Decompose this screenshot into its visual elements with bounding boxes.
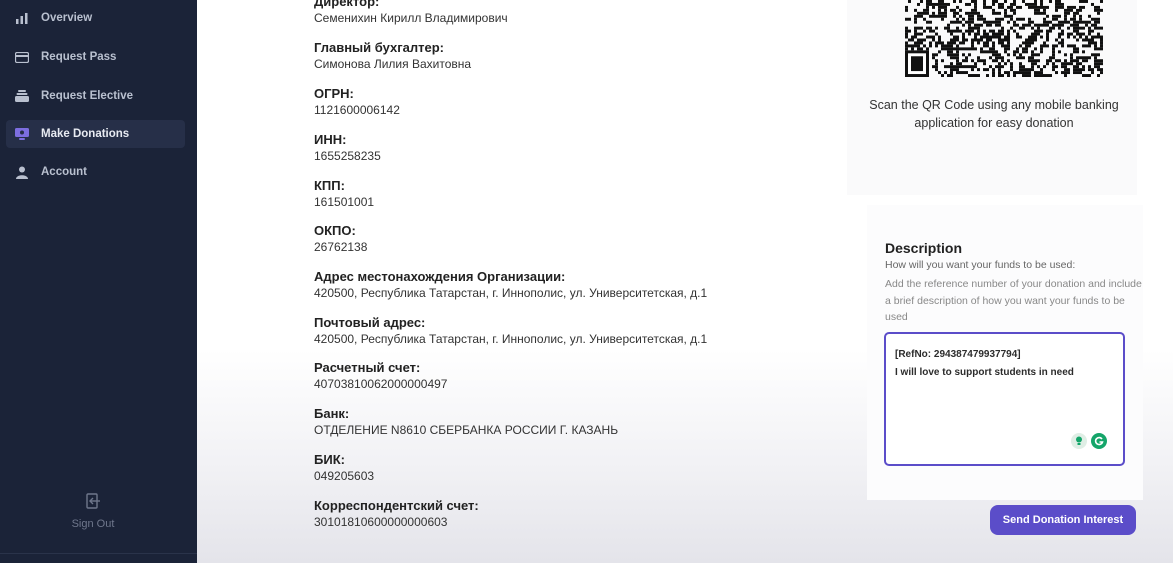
- detail-value: 049205603: [314, 469, 375, 483]
- detail-director: Директор: Семенихин Кирилл Владимирович: [314, 0, 508, 25]
- detail-label: БИК:: [314, 452, 345, 467]
- detail-label: Почтовый адрес:: [314, 315, 426, 330]
- detail-label: Директор:: [314, 0, 380, 9]
- description-textarea[interactable]: [RefNo: 294387479937794] I will love to …: [884, 332, 1125, 466]
- detail-label: ИНН:: [314, 132, 347, 147]
- detail-value: 1121600006142: [314, 103, 400, 117]
- lightbulb-icon[interactable]: [1071, 433, 1087, 449]
- detail-label: КПП:: [314, 178, 345, 193]
- qr-instructions: Scan the QR Code using any mobile bankin…: [869, 98, 1119, 130]
- sign-out-label: Sign Out: [71, 518, 115, 530]
- description-card: Description How will you want your funds…: [867, 205, 1143, 500]
- detail-label: Адрес местонахождения Организации:: [314, 269, 566, 284]
- description-title: Description: [885, 240, 963, 256]
- detail-legal-address: Адрес местонахождения Организации: 42050…: [314, 269, 707, 300]
- sidebar-item-request-pass[interactable]: Request Pass: [6, 43, 185, 71]
- detail-value: 161501001: [314, 195, 375, 209]
- sidebar-item-label: Make Donations: [41, 128, 130, 140]
- sidebar-item-label: Request Elective: [41, 90, 134, 102]
- detail-value: Семенихин Кирилл Владимирович: [314, 11, 508, 25]
- send-donation-interest-button[interactable]: Send Donation Interest: [990, 505, 1136, 535]
- detail-label: Банк:: [314, 406, 350, 421]
- message-line: I will love to support students in need: [895, 367, 1074, 378]
- textarea-tools: [1071, 433, 1107, 449]
- sidebar-item-account[interactable]: Account: [6, 158, 185, 186]
- detail-label: Расчетный счет:: [314, 360, 421, 375]
- qr-card: Scan the QR Code using any mobile bankin…: [847, 0, 1137, 195]
- sidebar-divider: [0, 553, 197, 563]
- reference-line: [RefNo: 294387479937794]: [895, 349, 1021, 360]
- sidebar-item-make-donations[interactable]: Make Donations: [6, 120, 185, 148]
- detail-value: 420500, Республика Татарстан, г. Иннопол…: [314, 332, 708, 346]
- sign-out-button[interactable]: Sign Out: [0, 492, 186, 530]
- detail-ogrn: ОГРН: 1121600006142: [314, 86, 400, 117]
- monitor-icon: [15, 127, 29, 141]
- description-subtitle: How will you want your funds to be used:: [885, 259, 1076, 271]
- detail-chief-accountant: Главный бухгалтер: Симонова Лилия Вахито…: [314, 40, 471, 71]
- detail-value: 26762138: [314, 240, 368, 254]
- detail-value: 40703810062000000497: [314, 377, 448, 391]
- detail-label: Главный бухгалтер:: [314, 40, 445, 55]
- detail-inn: ИНН: 1655258235: [314, 132, 381, 163]
- detail-value: ОТДЕЛЕНИЕ N8610 СБЕРБАНКА РОССИИ Г. КАЗА…: [314, 423, 619, 437]
- detail-value: 420500, Республика Татарстан, г. Иннопол…: [314, 286, 708, 300]
- main-content: Директор: Семенихин Кирилл Владимирович …: [197, 0, 1173, 563]
- detail-label: Корреспондентский счет:: [314, 498, 479, 513]
- sidebar-item-label: Overview: [41, 12, 93, 24]
- logout-icon: [84, 492, 102, 510]
- detail-correspondent-account: Корреспондентский счет: 3010181060000000…: [314, 498, 479, 529]
- sidebar-item-overview[interactable]: Overview: [6, 4, 185, 32]
- stack-icon: [15, 89, 29, 103]
- detail-value: Симонова Лилия Вахитовна: [314, 57, 472, 71]
- sidebar-item-request-elective[interactable]: Request Elective: [6, 82, 185, 110]
- grammarly-icon[interactable]: [1091, 433, 1107, 449]
- sidebar: Overview Request Pass Request Elective M…: [0, 0, 197, 563]
- sidebar-item-label: Account: [41, 166, 87, 178]
- detail-label: ОГРН:: [314, 86, 354, 101]
- detail-okpo: ОКПО: 26762138: [314, 223, 367, 254]
- detail-bik: БИК: 049205603: [314, 452, 374, 483]
- user-icon: [15, 165, 29, 179]
- detail-bank: Банк: ОТДЕЛЕНИЕ N8610 СБЕРБАНКА РОССИИ Г…: [314, 406, 618, 437]
- bar-chart-icon: [15, 11, 29, 25]
- detail-value: 1655258235: [314, 149, 381, 163]
- description-help: Add the reference number of your donatio…: [885, 278, 1142, 323]
- sidebar-item-label: Request Pass: [41, 51, 117, 63]
- card-icon: [15, 50, 29, 64]
- detail-value: 30101810600000000603: [314, 515, 448, 529]
- detail-kpp: КПП: 161501001: [314, 178, 374, 209]
- detail-label: ОКПО:: [314, 223, 356, 238]
- qr-code: [905, 0, 1103, 77]
- detail-settlement-account: Расчетный счет: 40703810062000000497: [314, 360, 447, 391]
- detail-postal-address: Почтовый адрес: 420500, Республика Татар…: [314, 315, 707, 346]
